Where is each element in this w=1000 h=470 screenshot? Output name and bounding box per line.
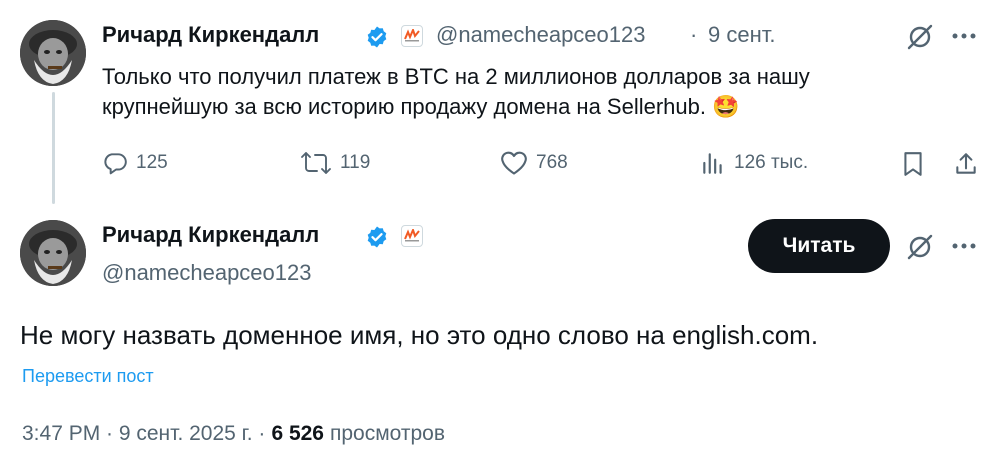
tweet-text: Только что получил платеж в BTC на 2 мил… <box>102 64 810 119</box>
views-label: просмотров <box>330 422 446 445</box>
views-icon <box>700 150 726 176</box>
like-icon <box>500 150 528 176</box>
translate-link[interactable]: Перевести пост <box>22 366 154 387</box>
more-icon[interactable] <box>950 26 978 46</box>
tweet-meta: 3:47 PM · 9 сент. 2025 г. · 6 526 просмо… <box>22 422 445 446</box>
tweet-time[interactable]: 9 сент. <box>708 22 775 48</box>
verified-icon <box>365 25 389 49</box>
thread-line <box>52 92 55 204</box>
share-icon[interactable] <box>952 150 980 178</box>
verified-icon <box>365 225 389 249</box>
author-handle[interactable]: @namecheapceo123 <box>102 260 311 286</box>
author-name[interactable]: Ричард Киркендалл <box>102 222 319 248</box>
separator-dot: · <box>690 22 698 47</box>
like-button[interactable]: 768 <box>500 150 568 176</box>
repost-count: 119 <box>340 152 371 173</box>
avatar[interactable] <box>20 220 86 286</box>
author-handle[interactable]: @namecheapceo123 <box>436 22 645 48</box>
tweet-timestamp[interactable]: 3:47 PM · 9 сент. 2025 г. · <box>22 422 265 446</box>
repost-button[interactable]: 119 <box>300 150 370 176</box>
like-count: 768 <box>536 152 568 173</box>
affiliate-badge-icon[interactable] <box>401 25 423 47</box>
grok-icon[interactable] <box>905 22 935 52</box>
author-name[interactable]: Ричард Киркендалл <box>102 22 319 48</box>
repost-icon <box>300 150 332 176</box>
more-icon[interactable] <box>950 236 978 256</box>
bookmark-icon[interactable] <box>899 150 927 178</box>
reply-count: 125 <box>136 152 168 173</box>
reply-icon <box>102 150 128 176</box>
tweet-text: Не могу назвать доменное имя, но это одн… <box>20 320 819 350</box>
affiliate-badge-icon[interactable] <box>401 225 423 247</box>
avatar[interactable] <box>20 20 86 86</box>
reply-button[interactable]: 125 <box>102 150 168 176</box>
views-count: 6 526 <box>271 422 324 445</box>
views-button[interactable]: 126 тыс. <box>700 150 808 176</box>
views-count: 126 тыс. <box>734 152 809 173</box>
follow-button[interactable]: Читать <box>748 219 890 273</box>
grok-icon[interactable] <box>905 232 935 262</box>
